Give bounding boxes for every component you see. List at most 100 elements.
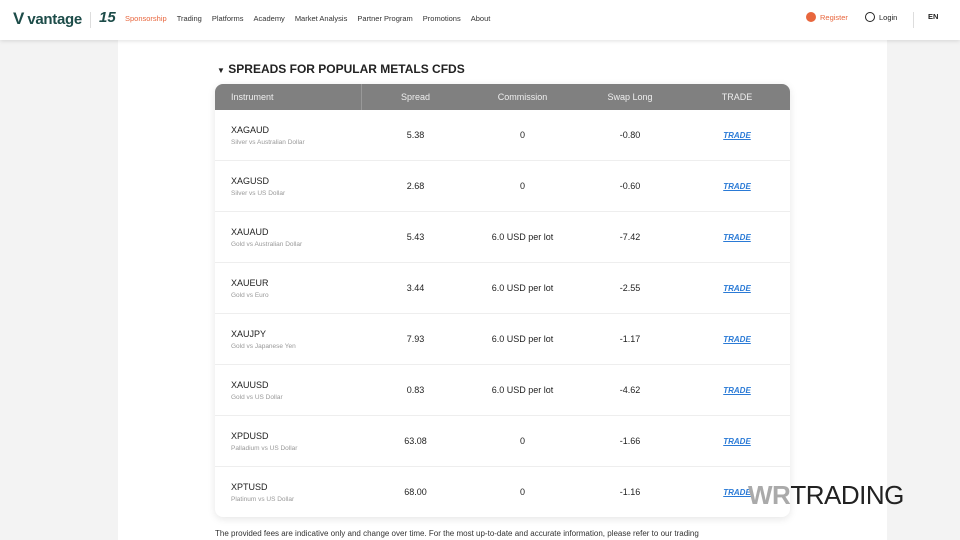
vantage-logo[interactable]: Vvantage (13, 9, 82, 29)
table-row: XAGAUD Silver vs Australian Dollar 5.38 0… (215, 110, 790, 161)
swap-long-cell: -0.80 (619, 130, 641, 140)
trade-cell: TRADE (684, 283, 790, 293)
spread-cell: 3.44 (406, 283, 425, 293)
col-trade: TRADE (721, 92, 753, 102)
commission-cell: 0 (519, 181, 525, 191)
nav-trading[interactable]: Trading (177, 14, 202, 23)
spreads-table: Instrument Spread Commission Swap Long T… (215, 84, 790, 517)
spread-cell: 2.68 (406, 181, 425, 191)
table-row: XAUAUD Gold vs Australian Dollar 5.43 6.0… (215, 212, 790, 263)
swap-long-cell: -1.16 (619, 487, 641, 497)
commission-cell: 0 (519, 436, 525, 446)
swap-long-cell: -1.17 (619, 334, 641, 344)
col-swap-long: Swap Long (607, 92, 653, 102)
spread-cell: 63.08 (404, 436, 427, 446)
login-button[interactable]: Login (865, 12, 897, 22)
instrument-name: Platinum vs US Dollar (231, 495, 295, 503)
instrument-cell: XPTUSD Platinum vs US Dollar (215, 482, 362, 503)
caret-down-icon: ▼ (217, 66, 225, 75)
spread-cell: 0.83 (406, 385, 425, 395)
user-icon (806, 12, 816, 22)
instrument-name: Gold vs Euro (231, 291, 269, 299)
table-row: XAUJPY Gold vs Japanese Yen 7.93 6.0 USD … (215, 314, 790, 365)
instrument-name: Gold vs US Dollar (231, 393, 283, 401)
trade-link[interactable]: TRADE (723, 488, 751, 497)
col-instrument: Instrument (215, 84, 362, 110)
table-row: XPTUSD Platinum vs US Dollar 68.00 0 -1.1… (215, 467, 790, 517)
trade-link[interactable]: TRADE (723, 131, 751, 140)
spread-cell: 68.00 (404, 487, 427, 497)
trade-cell: TRADE (684, 385, 790, 395)
instrument-cell: XAUAUD Gold vs Australian Dollar (215, 227, 362, 248)
instrument-name: Silver vs US Dollar (231, 189, 286, 197)
table-row: XPDUSD Palladium vs US Dollar 63.08 0 -1.… (215, 416, 790, 467)
instrument-cell: XAGAUD Silver vs Australian Dollar (215, 125, 362, 146)
logo-mark-icon: V (13, 9, 25, 28)
symbol: XPDUSD (231, 430, 269, 441)
trade-cell: TRADE (684, 232, 790, 242)
instrument-name: Palladium vs US Dollar (231, 444, 298, 452)
commission-cell: 0 (519, 130, 525, 140)
trade-link[interactable]: TRADE (723, 437, 751, 446)
table-row: XAUEUR Gold vs Euro 3.44 6.0 USD per lot … (215, 263, 790, 314)
nav-academy[interactable]: Academy (254, 14, 285, 23)
nav-sponsorship[interactable]: Sponsorship (125, 14, 167, 23)
swap-long-cell: -2.55 (619, 283, 641, 293)
spread-cell: 5.43 (406, 232, 425, 242)
anniversary-badge: 15 (99, 9, 116, 26)
table-row: XAGUSD Silver vs US Dollar 2.68 0 -0.60 T… (215, 161, 790, 212)
commission-cell: 0 (519, 487, 525, 497)
trade-cell: TRADE (684, 334, 790, 344)
col-commission: Commission (497, 92, 548, 102)
trade-cell: TRADE (684, 130, 790, 140)
instrument-name: Gold vs Australian Dollar (231, 240, 303, 248)
commission-cell: 6.0 USD per lot (491, 334, 554, 344)
trade-link[interactable]: TRADE (723, 284, 751, 293)
swap-long-cell: -1.66 (619, 436, 641, 446)
commission-cell: 6.0 USD per lot (491, 232, 554, 242)
login-icon (865, 12, 875, 22)
watermark: WRTRADING (748, 480, 904, 510)
instrument-cell: XAGUSD Silver vs US Dollar (215, 176, 362, 197)
instrument-cell: XPDUSD Palladium vs US Dollar (215, 431, 362, 452)
commission-cell: 6.0 USD per lot (491, 385, 554, 395)
nav-promotions[interactable]: Promotions (423, 14, 461, 23)
main-nav: Sponsorship Trading Platforms Academy Ma… (125, 14, 490, 23)
swap-long-cell: -0.60 (619, 181, 641, 191)
symbol: XPTUSD (231, 481, 268, 492)
nav-partner-program[interactable]: Partner Program (357, 14, 412, 23)
register-button[interactable]: Register (806, 12, 848, 22)
divider (90, 12, 91, 28)
section-title[interactable]: ▼ SPREADS FOR POPULAR METALS CFDS (217, 62, 465, 76)
symbol: XAUUSD (231, 379, 269, 390)
trade-link[interactable]: TRADE (723, 335, 751, 344)
symbol: XAGUSD (231, 175, 270, 186)
symbol: XAGAUD (231, 124, 270, 135)
language-selector[interactable]: EN (928, 12, 938, 21)
instrument-cell: XAUEUR Gold vs Euro (215, 278, 362, 299)
swap-long-cell: -7.42 (619, 232, 641, 242)
spread-cell: 5.38 (406, 130, 425, 140)
table-row: XAUUSD Gold vs US Dollar 0.83 6.0 USD per… (215, 365, 790, 416)
symbol: XAUAUD (231, 226, 269, 237)
table-header: Instrument Spread Commission Swap Long T… (215, 84, 790, 110)
trade-link[interactable]: TRADE (723, 233, 751, 242)
instrument-cell: XAUUSD Gold vs US Dollar (215, 380, 362, 401)
instrument-name: Gold vs Japanese Yen (231, 342, 296, 350)
top-header: Vvantage 15 Sponsorship Trading Platform… (0, 0, 960, 40)
disclaimer-text: The provided fees are indicative only an… (215, 529, 699, 538)
divider (913, 12, 914, 28)
spread-cell: 7.93 (406, 334, 425, 344)
trade-cell: TRADE (684, 436, 790, 446)
trade-link[interactable]: TRADE (723, 182, 751, 191)
instrument-cell: XAUJPY Gold vs Japanese Yen (215, 329, 362, 350)
symbol: XAUJPY (231, 328, 267, 339)
nav-about[interactable]: About (471, 14, 491, 23)
instrument-name: Silver vs Australian Dollar (231, 138, 305, 146)
trade-link[interactable]: TRADE (723, 386, 751, 395)
col-spread: Spread (400, 92, 431, 102)
nav-platforms[interactable]: Platforms (212, 14, 244, 23)
trade-cell: TRADE (684, 181, 790, 191)
nav-market-analysis[interactable]: Market Analysis (295, 14, 348, 23)
symbol: XAUEUR (231, 277, 269, 288)
